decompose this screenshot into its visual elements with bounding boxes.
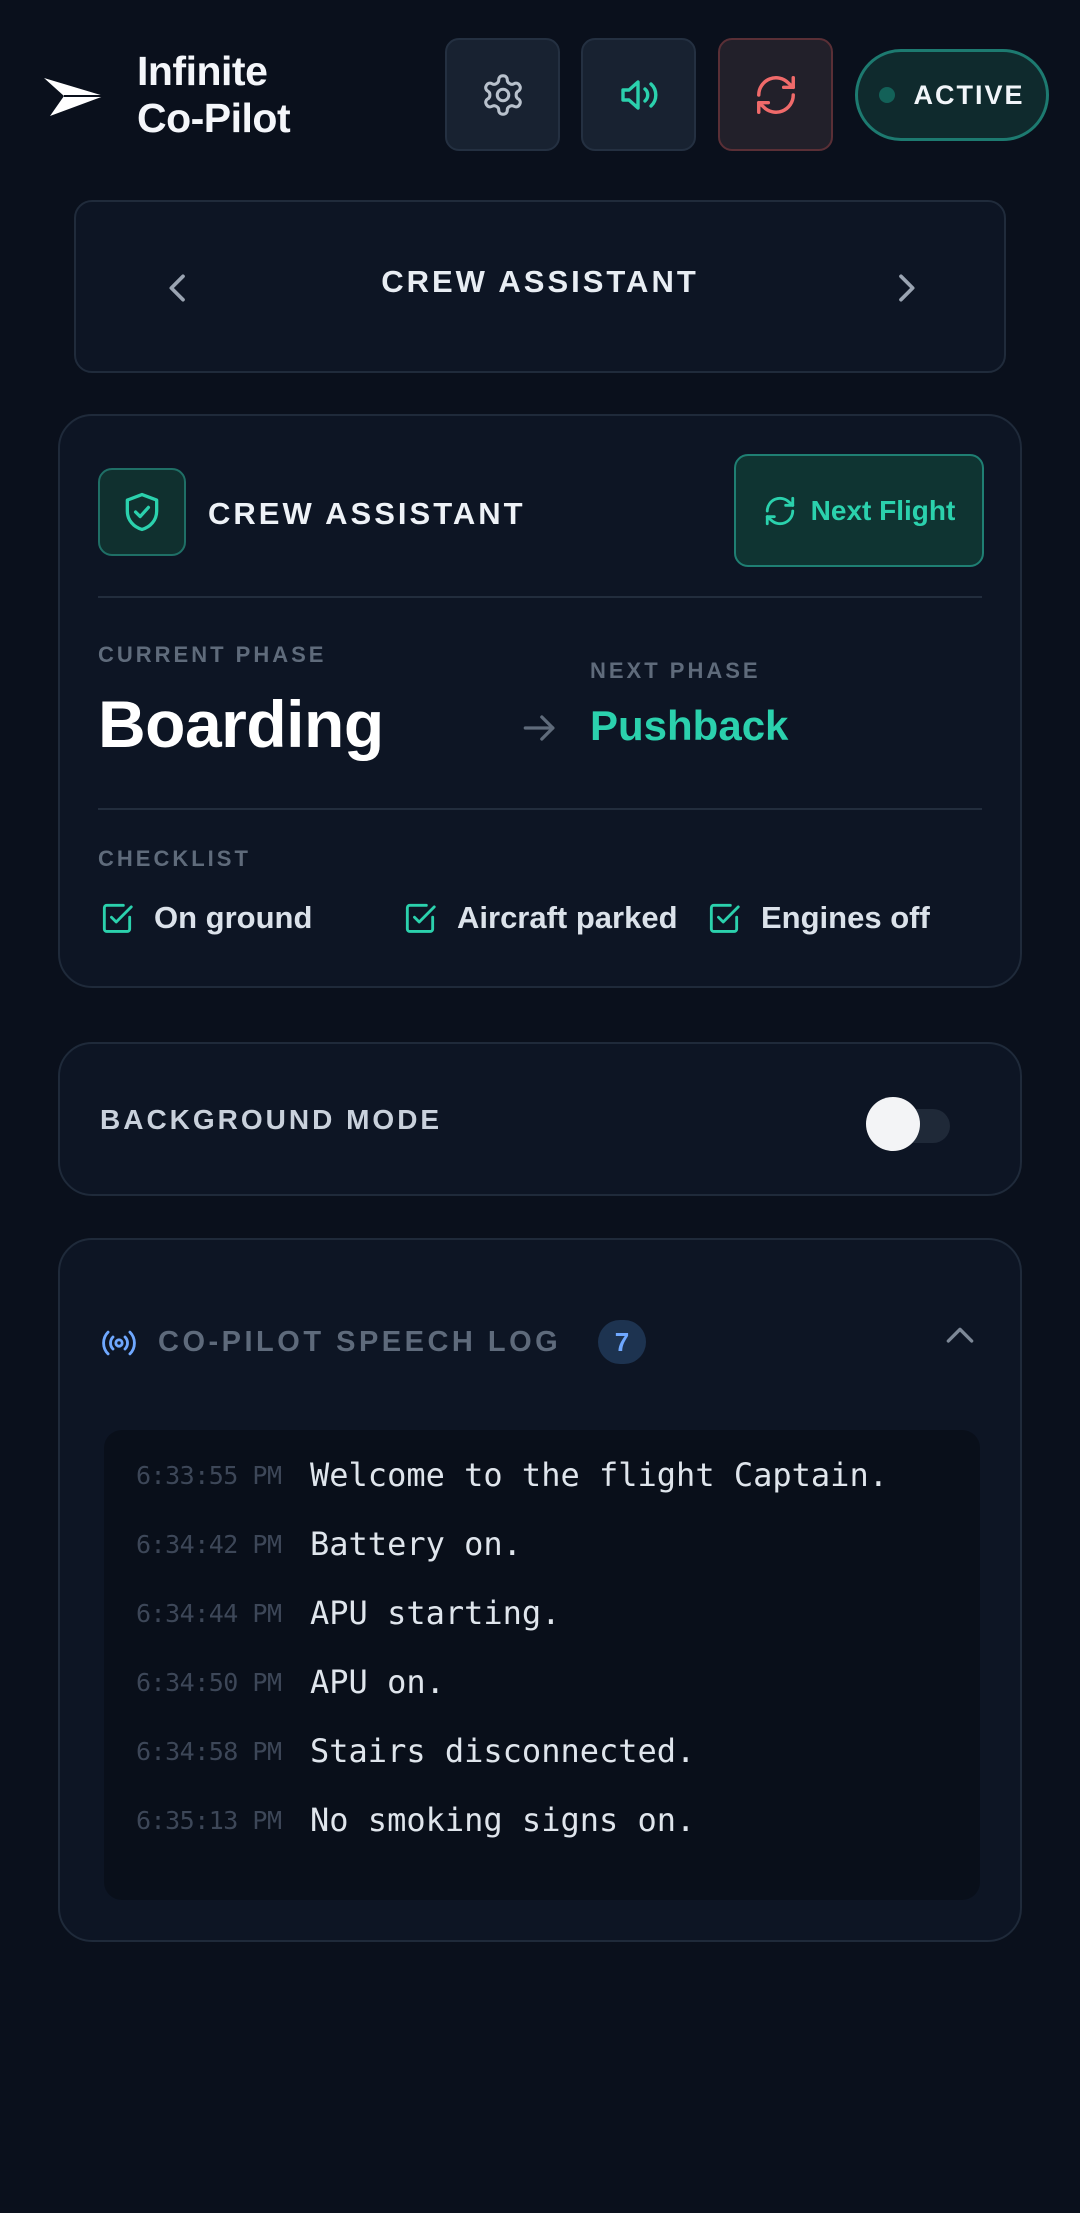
log-entry-time: 6:33:55 PM	[136, 1460, 282, 1490]
checkbox-checked-icon	[709, 903, 740, 933]
current-phase-value: Boarding	[98, 687, 384, 761]
refresh-icon	[756, 75, 795, 114]
current-phase-label: CURRENT PHASE	[98, 642, 327, 667]
next-phase-value: Pushback	[590, 702, 789, 749]
app-name-line2: Co-Pilot	[137, 95, 291, 141]
refresh-icon	[765, 496, 794, 525]
checkbox-checked-icon	[102, 903, 133, 933]
settings-gear-icon	[483, 73, 522, 116]
log-entry-text: Welcome to the flight Captain.	[310, 1456, 888, 1494]
log-entry-time: 6:35:13 PM	[136, 1805, 282, 1835]
log-entry-text: Stairs disconnected.	[310, 1732, 696, 1770]
log-entry-time: 6:34:44 PM	[136, 1598, 282, 1628]
next-flight-button[interactable]: Next Flight	[734, 454, 984, 567]
shield-badge	[98, 468, 186, 556]
background-mode-card: BACKGROUND MODE	[58, 1042, 1022, 1196]
checklist-item: On ground	[98, 894, 312, 942]
background-mode-label: BACKGROUND MODE	[100, 1104, 443, 1135]
reset-button[interactable]	[718, 38, 833, 151]
log-entry-text: APU on.	[310, 1663, 445, 1701]
log-entry: 6:34:58 PM Stairs disconnected.	[136, 1726, 695, 1776]
status-dot	[879, 87, 896, 103]
crew-assistant-card: CREW ASSISTANT Next Flight CURRENT PHASE…	[58, 414, 1022, 988]
checklist-item: Engines off	[705, 894, 930, 942]
log-entry: 6:33:55 PM Welcome to the flight Captain…	[136, 1450, 888, 1500]
log-entry: 6:34:44 PM APU starting.	[136, 1588, 560, 1638]
mode-carousel: CREW ASSISTANT	[74, 200, 1006, 373]
speech-log-card: CO-PILOT SPEECH LOG 7 6:33:55 PM Welcome…	[58, 1238, 1022, 1942]
speech-log-header[interactable]: CO-PILOT SPEECH LOG 7	[100, 1316, 990, 1366]
log-entry-time: 6:34:42 PM	[136, 1529, 282, 1559]
log-entry-text: APU starting.	[310, 1594, 561, 1632]
speaker-volume-icon	[620, 79, 657, 110]
checklist-item-label: On ground	[154, 900, 313, 935]
chevron-right-icon[interactable]	[886, 268, 926, 308]
app-name: Infinite Co-Pilot	[137, 48, 291, 142]
log-entry-text: Battery on.	[310, 1525, 522, 1563]
checklist-label: CHECKLIST	[98, 846, 251, 871]
broadcast-icon	[102, 1330, 136, 1356]
sound-button[interactable]	[581, 38, 696, 151]
speech-log-list[interactable]: 6:33:55 PM Welcome to the flight Captain…	[104, 1430, 980, 1900]
next-flight-label: Next Flight	[810, 494, 956, 526]
divider	[98, 596, 982, 598]
carousel-title: CREW ASSISTANT	[381, 264, 699, 299]
app-name-line1: Infinite	[137, 48, 268, 94]
arrow-right-icon	[523, 715, 555, 741]
paper-plane-logo-icon	[44, 78, 104, 116]
chevron-up-icon[interactable]	[940, 1316, 980, 1356]
log-entry-time: 6:34:58 PM	[136, 1736, 282, 1766]
checklist: On ground Aircraft parked Engines off	[98, 894, 988, 942]
checklist-item-label: Engines off	[761, 900, 930, 935]
next-phase-label: NEXT PHASE	[590, 658, 761, 683]
log-entry: 6:34:42 PM Battery on.	[136, 1519, 522, 1569]
log-entry: 6:35:13 PM No smoking signs on.	[136, 1795, 695, 1845]
status-label: ACTIVE	[913, 79, 1025, 110]
log-entry: 6:34:50 PM APU on.	[136, 1657, 445, 1707]
checklist-item: Aircraft parked	[401, 894, 678, 942]
settings-button[interactable]	[445, 38, 560, 151]
app-header: Infinite Co-Pilot ACTIVE	[0, 0, 1080, 190]
log-entry-text: No smoking signs on.	[310, 1801, 696, 1839]
log-entry-time: 6:34:50 PM	[136, 1667, 282, 1697]
card-title: CREW ASSISTANT	[208, 496, 526, 531]
shield-check-icon	[125, 492, 159, 532]
divider	[98, 808, 982, 810]
active-status-toggle[interactable]: ACTIVE	[855, 49, 1049, 141]
background-mode-toggle[interactable]	[866, 1092, 952, 1151]
checklist-item-label: Aircraft parked	[457, 900, 678, 935]
speech-log-title: CO-PILOT SPEECH LOG	[158, 1326, 562, 1358]
checkbox-checked-icon	[405, 903, 436, 933]
speech-log-count-badge: 7	[598, 1320, 646, 1364]
toggle-knob	[866, 1097, 920, 1151]
